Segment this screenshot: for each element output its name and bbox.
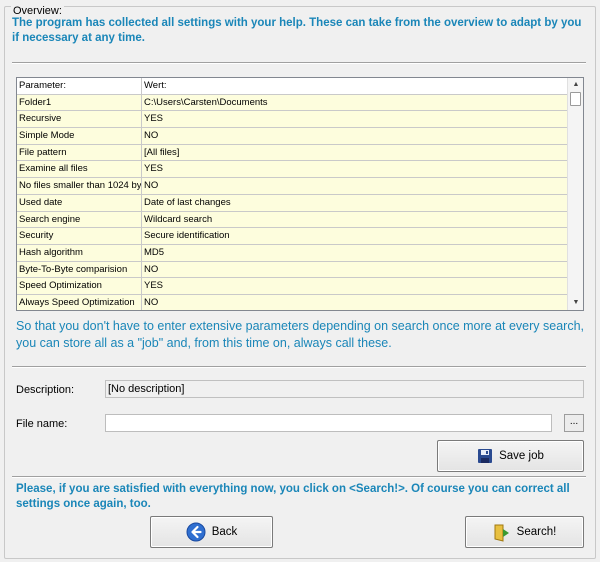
parameter-cell: Folder1 — [17, 94, 142, 111]
folder-arrow-icon — [493, 522, 511, 542]
value-cell[interactable]: NO — [142, 128, 568, 144]
search-button[interactable]: Search! — [465, 516, 584, 548]
table-row[interactable]: Speed Optimization YES — [17, 278, 568, 295]
value-cell[interactable]: NO — [142, 178, 568, 194]
table-row[interactable]: No files smaller than 1024 bytes NO — [17, 178, 568, 195]
filename-field[interactable] — [105, 414, 552, 432]
floppy-disk-icon — [477, 448, 493, 464]
table-row[interactable]: Recursive YES — [17, 111, 568, 129]
value-cell[interactable]: Secure identification — [142, 228, 568, 244]
settings-grid[interactable]: Parameter: Wert: Folder1 C:\Users\Carsten… — [16, 77, 584, 311]
parameter-cell: Always Speed Optimization — [17, 294, 142, 310]
back-label: Back — [211, 526, 238, 538]
arrow-left-circle-icon — [186, 522, 206, 542]
parameter-cell: Simple Mode — [17, 128, 142, 144]
filename-label: File name: — [16, 418, 68, 430]
table-row[interactable]: Search engine Wildcard search — [17, 211, 568, 229]
footer-text: Please, if you are satisfied with everyt… — [16, 483, 570, 510]
value-cell[interactable]: YES — [142, 111, 568, 127]
value-cell[interactable]: Date of last changes — [142, 195, 568, 211]
table-row[interactable]: File pattern [All files] — [17, 144, 568, 162]
table-row[interactable]: Byte-To-Byte comparision NO — [17, 261, 568, 279]
intro-text: The program has collected all settings w… — [12, 17, 582, 44]
divider — [12, 366, 586, 368]
table-row[interactable]: Used date Date of last changes — [17, 194, 568, 212]
parameter-cell: Security — [17, 228, 142, 244]
grid-header-parameter: Parameter: — [17, 78, 142, 94]
back-button[interactable]: Back — [150, 516, 273, 548]
value-cell[interactable]: Wildcard search — [142, 212, 568, 228]
divider — [12, 476, 586, 478]
grid-vertical-scrollbar[interactable]: ▲ ▼ — [567, 78, 583, 310]
value-cell[interactable]: NO — [142, 262, 568, 278]
job-info-text: So that you don't have to enter extensiv… — [16, 319, 585, 350]
table-row[interactable]: Simple Mode NO — [17, 128, 568, 145]
table-row[interactable]: Folder1 C:\Users\Carsten\Documents — [17, 94, 568, 112]
scrollbar-thumb[interactable] — [570, 92, 581, 106]
grid-header-value: Wert: — [144, 80, 167, 91]
value-cell[interactable]: MD5 — [142, 245, 568, 261]
settings-grid-body: Parameter: Wert: Folder1 C:\Users\Carsten… — [17, 78, 568, 310]
browse-button[interactable]: ... — [564, 414, 584, 432]
description-field[interactable]: [No description] — [105, 380, 584, 398]
table-row[interactable]: Always Speed Optimization NO — [17, 294, 568, 310]
parameter-cell: Speed Optimization — [17, 278, 142, 294]
parameter-cell: Byte-To-Byte comparision — [17, 261, 142, 278]
parameter-cell: File pattern — [17, 144, 142, 161]
value-cell[interactable]: YES — [142, 278, 568, 294]
save-job-button[interactable]: Save job — [437, 440, 584, 472]
scroll-down-icon[interactable]: ▼ — [568, 296, 583, 310]
parameter-cell: Hash algorithm — [17, 244, 142, 261]
parameter-cell: No files smaller than 1024 bytes — [17, 178, 142, 194]
grid-header-row: Parameter: Wert: — [17, 78, 568, 95]
value-cell[interactable]: [All files] — [142, 145, 568, 161]
scroll-up-icon[interactable]: ▲ — [568, 78, 583, 92]
value-cell[interactable]: C:\Users\Carsten\Documents — [142, 95, 568, 111]
parameter-cell: Used date — [17, 194, 142, 211]
table-row[interactable]: Security Secure identification — [17, 228, 568, 245]
parameter-cell: Recursive — [17, 111, 142, 128]
save-job-label: Save job — [499, 450, 544, 462]
parameter-cell: Examine all files — [17, 161, 142, 178]
value-cell[interactable]: YES — [142, 161, 568, 177]
divider — [12, 62, 586, 64]
description-label: Description: — [16, 384, 75, 396]
parameter-cell: Search engine — [17, 211, 142, 228]
table-row[interactable]: Hash algorithm MD5 — [17, 244, 568, 262]
table-row[interactable]: Examine all files YES — [17, 161, 568, 179]
search-label: Search! — [516, 526, 557, 538]
value-cell[interactable]: NO — [142, 295, 568, 310]
